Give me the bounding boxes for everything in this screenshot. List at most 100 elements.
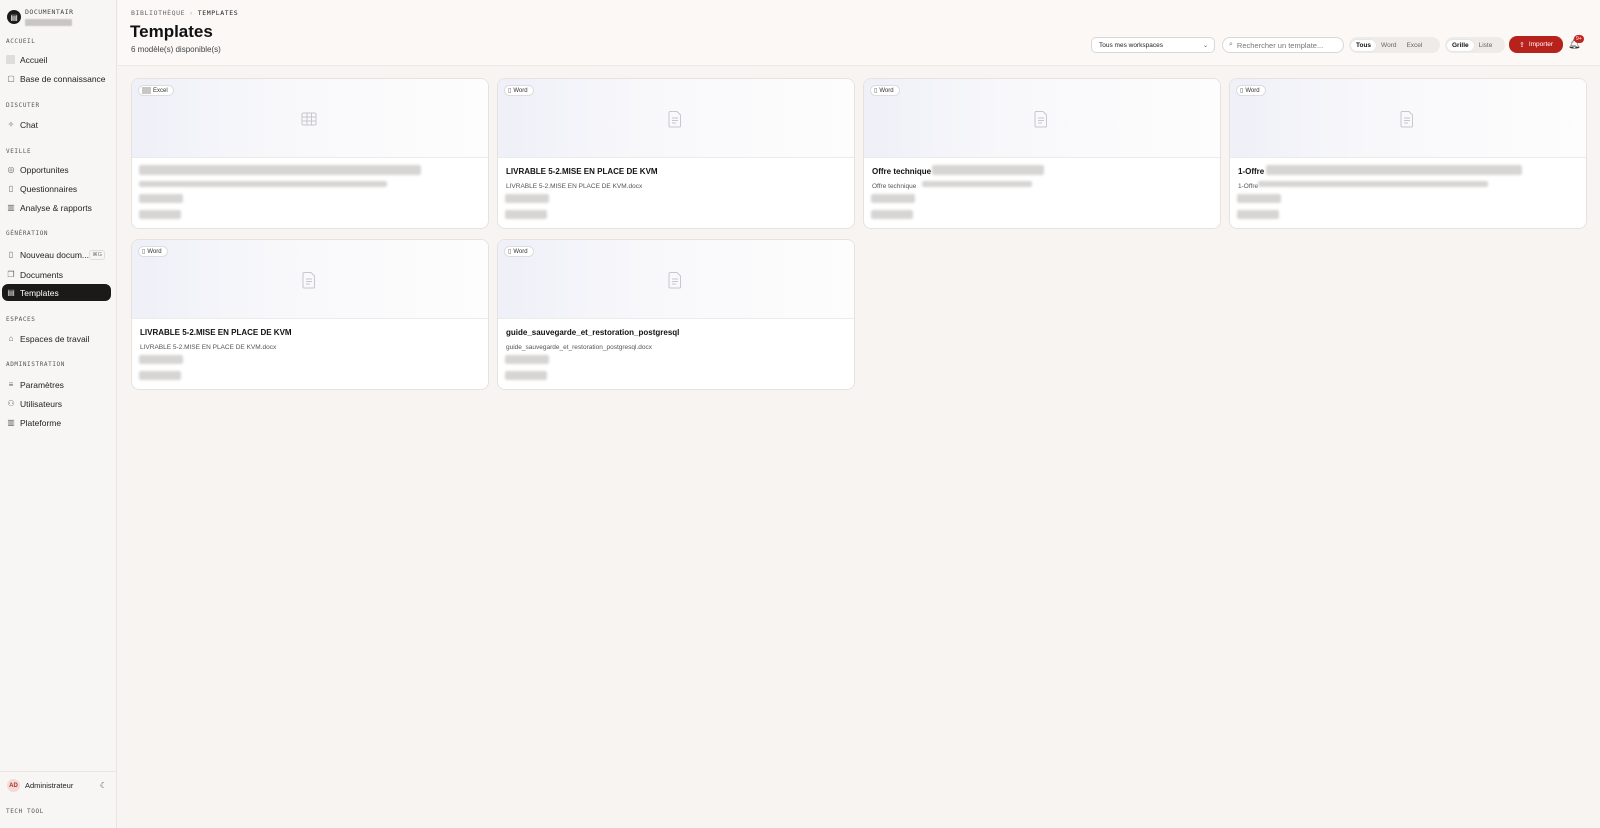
document-logo-icon: ▤ [7,10,21,24]
sidebar-item-plateforme[interactable]: ▥ Plateforme [2,414,111,431]
target-icon: ◎ [7,165,15,174]
template-card[interactable]: ▯ Word LIVRABLE 5-2.MISE EN PLACE DE KVM… [497,78,855,229]
user-menu[interactable]: AD Administrateur ☾ [7,779,107,792]
sidebar-item-documents[interactable]: ❐ Documents [2,266,111,283]
bar-chart-icon: ▥ [7,203,15,212]
filter-tous[interactable]: Tous [1351,39,1377,51]
sidebar-item-accueil[interactable]: Accueil [2,51,111,68]
sidebar-item-label: Analyse & rapports [20,202,92,213]
type-badge-label: Word [147,248,162,255]
template-card[interactable]: ▯ Word guide_sauvegarde_et_restoration_p… [497,239,855,390]
sidebar-item-label: Espaces de travail [20,333,90,344]
brand[interactable]: ▤ DOCUMENTAIR [7,8,74,26]
sidebar-item-label: Base de connaissance [20,73,106,84]
card-preview: ▯ Word [498,79,854,158]
building-icon: ⌂ [8,334,14,343]
type-filter: Tous Word Excel [1349,37,1440,53]
template-card[interactable]: ▯ Word 1-Offre 1-Offre [1229,78,1587,229]
word-icon: ▯ [874,88,878,94]
filter-word[interactable]: Word [1376,40,1401,51]
breadcrumb-item[interactable]: BIBLIOTHÈQUE [131,9,185,17]
word-icon: ▯ [508,88,512,94]
search-box[interactable]: ⌕ [1222,37,1344,53]
chevron-down-icon: ⌄ [1202,42,1208,49]
section-generation: GÉNÉRATION [6,230,49,237]
sidebar-item-nouveau-document[interactable]: ▯ Nouveau docum... ⌘G [2,246,111,263]
breadcrumb-separator: › [189,9,194,17]
view-grille[interactable]: Grille [1447,39,1474,51]
redacted-meta [505,194,549,203]
card-preview: ▯ Word [498,240,854,319]
sidebar-item-label: Utilisateurs [20,398,63,409]
sidebar-item-label: Accueil [20,54,48,65]
redacted-title [932,165,1044,175]
sidebar-item-questionnaires[interactable]: ▯ Questionnaires [2,180,111,197]
card-filename: LIVRABLE 5-2.MISE EN PLACE DE KVM.docx [140,344,277,351]
type-badge-label: Word [513,87,528,94]
template-card[interactable]: ▯ Word Offre technique Offre technique [863,78,1221,229]
breadcrumb-current: TEMPLATES [197,9,239,17]
sidebar-item-label: Templates [20,287,59,298]
sidebar: ▤ DOCUMENTAIR ACCUEIL Accueil ▢ Base de … [0,0,117,828]
sidebar-item-espaces-travail[interactable]: ⌂ Espaces de travail [2,330,111,347]
sidebar-item-label: Paramètres [20,379,64,390]
filter-excel[interactable]: Excel [1401,40,1427,51]
footer-label: TECH TOOL [6,808,44,815]
redacted-meta [139,355,183,364]
section-accueil: ACCUEIL [6,38,36,45]
import-button[interactable]: ⇪ Importer [1509,36,1563,53]
card-filename: 1-Offre [1238,183,1259,190]
redacted-meta [871,210,913,219]
sidebar-item-label: Opportunites [20,164,69,175]
sidebar-item-chat[interactable]: ✧ Chat [2,116,111,133]
import-label: Importer [1528,41,1554,48]
type-badge: ▯ Word [870,85,900,96]
section-veille: VEILLE [6,148,32,155]
template-card[interactable]: Excel [131,78,489,229]
workspace-select[interactable]: Tous mes workspaces ⌄ [1091,37,1215,53]
moon-icon[interactable]: ☾ [100,781,107,790]
redacted-meta [1237,210,1279,219]
card-title: LIVRABLE 5-2.MISE EN PLACE DE KVM [506,167,658,176]
book-icon: ▢ [7,74,15,83]
template-card[interactable]: ▯ Word LIVRABLE 5-2.MISE EN PLACE DE KVM… [131,239,489,390]
type-badge-label: Word [879,87,894,94]
home-icon [6,55,15,64]
card-preview: ▯ Word [864,79,1220,158]
workspace-select-value: Tous mes workspaces [1099,41,1163,49]
sidebar-item-analyse[interactable]: ▥ Analyse & rapports [2,199,111,216]
type-badge-label: Excel [153,87,168,94]
redacted-filename [1258,181,1488,187]
document-icon [668,111,681,128]
word-icon: ▯ [1240,88,1244,94]
redacted-meta [871,194,915,203]
sidebar-item-label: Nouveau docum... [20,249,89,260]
document-icon [668,272,681,289]
redacted-meta [139,194,183,203]
shortcut-badge: ⌘G [89,249,105,260]
sidebar-item-opportunites[interactable]: ◎ Opportunites [2,161,111,178]
sidebar-divider [0,771,117,772]
brand-name: DOCUMENTAIR [25,8,74,16]
sidebar-item-templates[interactable]: ▤ Templates [2,284,111,301]
sidebar-item-label: Questionnaires [20,183,78,194]
card-title: LIVRABLE 5-2.MISE EN PLACE DE KVM [140,328,292,337]
card-filename: guide_sauvegarde_et_restoration_postgres… [506,344,652,351]
excel-icon [142,87,151,94]
template-icon: ▤ [7,288,15,297]
word-icon: ▯ [508,249,512,255]
sidebar-item-base-connaissance[interactable]: ▢ Base de connaissance [2,70,111,87]
type-badge-label: Word [513,248,528,255]
type-badge-label: Word [1245,87,1260,94]
view-liste[interactable]: Liste [1474,40,1498,51]
sidebar-item-utilisateurs[interactable]: ⚇ Utilisateurs [2,395,111,412]
redacted-title [1266,165,1522,175]
type-badge: ▯ Word [1236,85,1266,96]
sidebar-item-parametres[interactable]: ≡ Paramètres [2,376,111,393]
type-badge: ▯ Word [504,246,534,257]
view-toggle: Grille Liste [1445,37,1505,53]
type-badge: ▯ Word [138,246,168,257]
type-badge: ▯ Word [504,85,534,96]
search-input[interactable] [1236,40,1337,50]
page-subtitle: 6 modèle(s) disponible(s) [131,45,221,54]
